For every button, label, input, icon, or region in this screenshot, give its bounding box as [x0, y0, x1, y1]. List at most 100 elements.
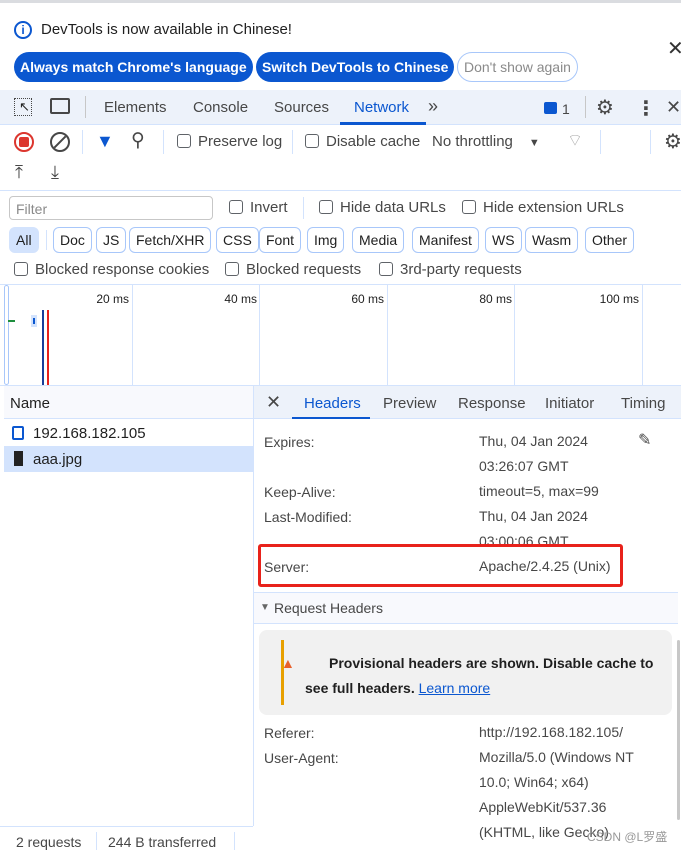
tab-timing[interactable]: Timing: [621, 395, 665, 412]
type-filter-font[interactable]: Font: [259, 227, 302, 253]
tick-80ms: 80 ms: [479, 292, 512, 306]
request-name: 192.168.182.105: [33, 425, 146, 442]
issues-count[interactable]: 1: [562, 101, 570, 117]
switch-to-chinese-button[interactable]: Switch DevTools to Chinese: [256, 52, 455, 82]
request-bar-1: [8, 320, 15, 322]
active-tab-indicator: [340, 122, 426, 125]
tab-initiator[interactable]: Initiator: [545, 395, 594, 412]
request-row[interactable]: 192.168.182.105: [4, 420, 253, 446]
type-filter-js[interactable]: JS: [96, 227, 127, 253]
tick-60ms: 60 ms: [351, 292, 384, 306]
tab-preview[interactable]: Preview: [383, 395, 436, 412]
tick-40ms: 40 ms: [224, 292, 257, 306]
close-details-icon[interactable]: ✕: [266, 392, 281, 413]
header-key: Server:: [264, 559, 310, 575]
type-filter-media[interactable]: Media: [352, 227, 405, 253]
blocked-cookies-label: Blocked response cookies: [35, 261, 210, 278]
provisional-warning: ▲ Provisional headers are shown. Disable…: [259, 630, 672, 715]
settings-gear-icon[interactable]: ⚙: [596, 95, 614, 120]
type-filter-doc[interactable]: Doc: [53, 227, 92, 253]
request-headers-title: Request Headers: [274, 600, 383, 616]
document-icon: [12, 426, 24, 440]
hide-extension-urls-label: Hide extension URLs: [483, 199, 624, 216]
throttling-value: No throttling: [432, 133, 513, 150]
tab-console[interactable]: Console: [193, 99, 248, 116]
status-bar: 2 requests 244 B transferred: [0, 826, 253, 851]
window-top-border: [0, 0, 681, 3]
banner-message: DevTools is now available in Chinese!: [41, 21, 292, 38]
watermark: CSDN @L罗盛: [587, 830, 668, 844]
more-tabs-icon[interactable]: »: [428, 96, 438, 117]
header-key: Referer:: [264, 725, 315, 741]
tick-100ms: 100 ms: [599, 292, 639, 306]
triangle-down-icon: ▼: [260, 602, 270, 613]
import-har-icon[interactable]: ⤒: [15, 162, 23, 183]
throttling-select[interactable]: No throttling ▼: [432, 133, 540, 150]
domcontentloaded-line: [42, 310, 44, 385]
preserve-log-checkbox[interactable]: Preserve log: [177, 133, 282, 150]
device-toolbar-icon[interactable]: [50, 98, 70, 114]
name-column-header[interactable]: Name: [4, 386, 253, 419]
details-scrollbar[interactable]: [677, 640, 680, 820]
third-party-checkbox[interactable]: 3rd-party requests: [379, 261, 522, 278]
info-icon: i: [14, 21, 32, 39]
filter-input[interactable]: Filter: [9, 196, 213, 220]
search-icon[interactable]: ⚲: [131, 129, 145, 152]
type-filter-all[interactable]: All: [9, 227, 39, 253]
tick-20ms: 20 ms: [96, 292, 129, 306]
more-options-icon[interactable]: ⋮: [636, 96, 656, 121]
request-row-selected[interactable]: aaa.jpg: [4, 446, 253, 472]
header-key: User-Agent:: [264, 750, 339, 766]
type-filter-css[interactable]: CSS: [216, 227, 259, 253]
transferred-size: 244 B transferred: [108, 834, 217, 850]
tab-headers[interactable]: Headers: [304, 395, 361, 412]
blocked-requests-checkbox[interactable]: Blocked requests: [225, 261, 361, 278]
clear-icon[interactable]: [50, 132, 70, 152]
disable-cache-checkbox[interactable]: Disable cache: [305, 133, 420, 150]
export-har-icon[interactable]: ⤓: [51, 162, 59, 183]
type-filter-manifest[interactable]: Manifest: [412, 227, 479, 253]
hide-data-urls-checkbox[interactable]: Hide data URLs: [319, 199, 446, 216]
type-filter-ws[interactable]: WS: [485, 227, 522, 253]
header-value: Thu, 04 Jan 2024 03:26:07 GMT: [479, 433, 588, 474]
network-conditions-icon[interactable]: ⌔: [567, 130, 583, 151]
tab-elements[interactable]: Elements: [104, 99, 167, 116]
invert-label: Invert: [250, 199, 288, 216]
edit-pencil-icon[interactable]: ✎: [638, 430, 651, 450]
issues-icon[interactable]: [544, 102, 557, 114]
devtools-tabbar: [0, 90, 681, 125]
inspect-element-icon[interactable]: ↖: [14, 98, 32, 116]
header-key: Expires:: [264, 434, 315, 450]
third-party-label: 3rd-party requests: [400, 261, 522, 278]
chevron-down-icon: ▼: [528, 137, 540, 149]
close-banner-icon[interactable]: ✕: [667, 36, 681, 61]
type-filter-other[interactable]: Other: [585, 227, 635, 253]
tab-sources[interactable]: Sources: [274, 99, 329, 116]
header-key: Keep-Alive:: [264, 484, 336, 500]
blocked-cookies-checkbox[interactable]: Blocked response cookies: [14, 261, 209, 278]
learn-more-link[interactable]: Learn more: [419, 680, 491, 696]
tab-network[interactable]: Network: [354, 99, 409, 116]
record-stop-icon[interactable]: [14, 132, 34, 152]
type-filter-wasm[interactable]: Wasm: [525, 227, 579, 253]
hide-data-urls-label: Hide data URLs: [340, 199, 446, 216]
hide-extension-urls-checkbox[interactable]: Hide extension URLs: [462, 199, 624, 216]
always-match-language-button[interactable]: Always match Chrome's language: [14, 52, 253, 82]
type-filter-img[interactable]: Img: [307, 227, 345, 253]
preserve-log-label: Preserve log: [198, 133, 283, 150]
invert-checkbox[interactable]: Invert: [229, 199, 288, 216]
filter-funnel-icon[interactable]: ▼: [96, 131, 114, 152]
request-headers-section[interactable]: ▼ Request Headers: [254, 592, 678, 624]
request-bar-2: [31, 315, 37, 327]
tab-response[interactable]: Response: [458, 395, 526, 412]
network-settings-gear-icon[interactable]: ⚙: [664, 129, 681, 154]
header-key: Last-Modified:: [264, 509, 352, 525]
request-name: aaa.jpg: [33, 451, 83, 468]
timeline-overview[interactable]: 20 ms 40 ms 60 ms 80 ms 100 ms: [0, 285, 681, 385]
load-line: [47, 310, 49, 385]
timeline-handle-left[interactable]: [4, 285, 9, 385]
dont-show-again-button[interactable]: Don't show again: [457, 52, 578, 82]
type-filter-fetch-xhr[interactable]: Fetch/XHR: [129, 227, 212, 253]
disable-cache-label: Disable cache: [326, 133, 421, 150]
close-devtools-icon[interactable]: ✕: [666, 97, 681, 118]
